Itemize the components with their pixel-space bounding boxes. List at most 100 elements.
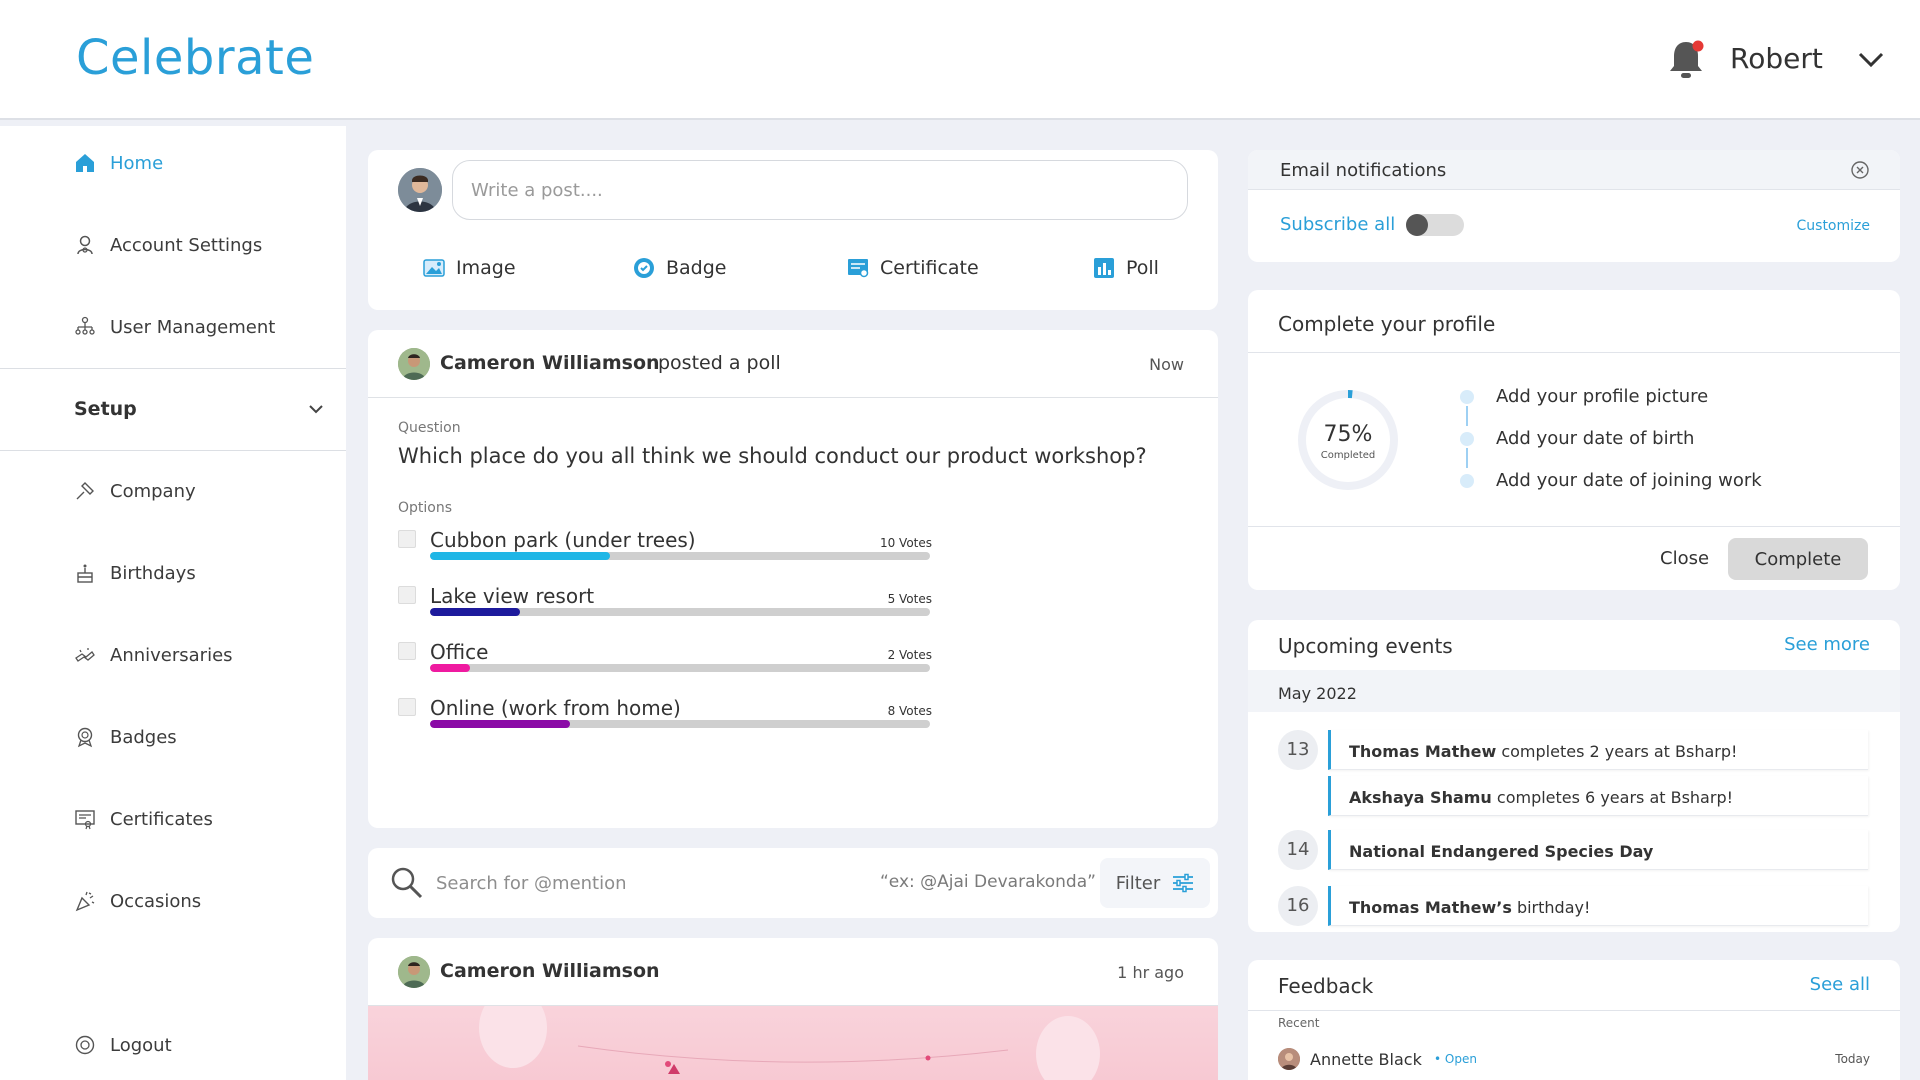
event-row[interactable]: Thomas Mathew completes 2 years at Bshar… [1328, 730, 1868, 770]
add-poll-button[interactable]: Poll [1092, 256, 1159, 280]
step-connector [1466, 406, 1468, 426]
poll-label: Poll [1126, 257, 1159, 279]
step-connector [1466, 448, 1468, 468]
badge-label: Badge [666, 257, 727, 279]
notification-bell-icon[interactable] [1666, 38, 1706, 82]
feedback-user-photo-icon [1278, 1048, 1300, 1070]
image-icon [423, 259, 445, 277]
poll-option-votes: 2 Votes [887, 648, 932, 662]
see-all-link[interactable]: See all [1810, 974, 1870, 995]
sidebar-item-badges[interactable]: Badges [74, 726, 177, 748]
poll-author-name[interactable]: Cameron Williamson [440, 352, 660, 374]
subscribe-all-toggle[interactable] [1406, 214, 1464, 236]
poll-option-checkbox[interactable] [398, 642, 416, 660]
poll-option-bar [430, 664, 930, 672]
sidebar-item-user-management[interactable]: User Management [74, 316, 275, 338]
step-dot [1460, 389, 1474, 404]
event-row[interactable]: Akshaya Shamu completes 6 years at Bshar… [1328, 776, 1868, 816]
search-hint: “ex: @Ajai Devarakonda” [880, 872, 1096, 892]
profile-step[interactable]: Add your profile picture [1460, 386, 1708, 407]
mention-search-input[interactable] [436, 862, 856, 904]
chevron-down-icon[interactable] [1856, 48, 1886, 72]
add-badge-button[interactable]: Badge [632, 256, 727, 280]
poll-option-votes: 10 Votes [879, 536, 932, 550]
filter-button[interactable]: Filter [1100, 858, 1210, 908]
step-dot [1460, 473, 1474, 488]
certificate-label: Certificate [880, 257, 979, 279]
author-photo-icon [398, 348, 430, 380]
email-notifications-card: Email notifications Subscribe all Custom… [1248, 150, 1900, 262]
customize-link[interactable]: Customize [1797, 218, 1871, 234]
upcoming-events-card: Upcoming events See more May 2022 13 Tho… [1248, 620, 1900, 932]
sidebar-divider [0, 368, 346, 369]
post-author-name[interactable]: Cameron Williamson [440, 960, 660, 982]
poll-option-fill [430, 720, 570, 728]
complete-profile-title: Complete your profile [1278, 312, 1496, 336]
divider [1248, 1010, 1900, 1011]
close-circle-icon[interactable] [1850, 160, 1870, 180]
sidebar-item-label: Anniversaries [110, 644, 233, 666]
event-text: birthday! [1511, 898, 1591, 917]
author-photo-icon [398, 956, 430, 988]
event-row[interactable]: National Endangered Species Day [1328, 830, 1868, 870]
sidebar-item-account-settings[interactable]: Account Settings [74, 234, 262, 256]
question-label: Question [398, 420, 461, 436]
add-image-button[interactable]: Image [422, 256, 516, 280]
sidebar-item-birthdays[interactable]: Birthdays [74, 562, 196, 584]
poll-option[interactable]: Online (work from home) 8 Votes [398, 696, 958, 742]
app-logo[interactable]: Celebrate [76, 30, 314, 86]
sidebar-item-label: Occasions [110, 890, 202, 912]
profile-progress-label: Completed [1320, 450, 1376, 461]
post-input[interactable] [452, 160, 1188, 220]
poll-option-checkbox[interactable] [398, 586, 416, 604]
event-row[interactable]: Thomas Mathew’s birthday! [1328, 886, 1868, 926]
poll-option-checkbox[interactable] [398, 698, 416, 716]
poll-option[interactable]: Office 2 Votes [398, 640, 958, 686]
poll-option-checkbox[interactable] [398, 530, 416, 548]
sidebar-item-label: Badges [110, 726, 177, 748]
profile-step[interactable]: Add your date of birth [1460, 428, 1694, 449]
close-button[interactable]: Close [1660, 548, 1709, 569]
event-person: Thomas Mathew’s [1349, 898, 1512, 917]
feedback-user-name[interactable]: Annette Black [1310, 1050, 1422, 1069]
poll-option-fill [430, 552, 610, 560]
poll-option-bar [430, 552, 930, 560]
user-name[interactable]: Robert [1730, 42, 1823, 75]
options-label: Options [398, 500, 453, 516]
user-avatar [398, 168, 442, 212]
birthday-cake-icon [77, 564, 93, 583]
sidebar-item-company[interactable]: Company [74, 480, 196, 502]
feedback-avatar [1278, 1048, 1300, 1070]
complete-button[interactable]: Complete [1728, 538, 1868, 580]
event-title: National Endangered Species Day [1349, 842, 1654, 861]
author-avatar[interactable] [398, 348, 430, 380]
add-certificate-button[interactable]: Certificate [846, 256, 979, 280]
sidebar-item-occasions[interactable]: Occasions [74, 890, 201, 912]
event-day-badge: 13 [1278, 730, 1318, 770]
sidebar-item-anniversaries[interactable]: Anniversaries [74, 644, 233, 666]
post-composer: Image Badge Certificate Poll [368, 150, 1218, 310]
event-text: completes 6 years at Bsharp! [1491, 788, 1734, 807]
author-avatar[interactable] [398, 956, 430, 988]
poll-option-bar [430, 608, 930, 616]
poll-option-votes: 8 Votes [887, 704, 932, 718]
search-icon [391, 867, 423, 899]
profile-step-label: Add your profile picture [1496, 386, 1709, 407]
setup-section-toggle[interactable]: Setup [74, 398, 324, 420]
feedback-status-badge: • Open [1434, 1052, 1477, 1066]
poll-option[interactable]: Lake view resort 5 Votes [398, 584, 958, 630]
poll-chart-icon [1094, 258, 1114, 278]
sidebar-item-label: Birthdays [110, 562, 196, 584]
profile-step[interactable]: Add your date of joining work [1460, 470, 1762, 491]
poll-option[interactable]: Cubbon park (under trees) 10 Votes [398, 528, 958, 574]
upcoming-events-title: Upcoming events [1278, 634, 1453, 658]
post-image[interactable] [368, 1006, 1218, 1080]
sidebar-item-home[interactable]: Home [74, 152, 163, 174]
see-more-link[interactable]: See more [1784, 634, 1870, 655]
logout-button[interactable]: Logout [74, 1034, 172, 1056]
filter-sliders-icon [1173, 873, 1194, 893]
sidebar-item-certificates[interactable]: Certificates [74, 808, 213, 830]
post-header: Cameron Williamson 1 hr ago [368, 938, 1218, 1006]
poll-timestamp: Now [1149, 355, 1184, 374]
subscribe-all-label[interactable]: Subscribe all [1280, 214, 1395, 235]
